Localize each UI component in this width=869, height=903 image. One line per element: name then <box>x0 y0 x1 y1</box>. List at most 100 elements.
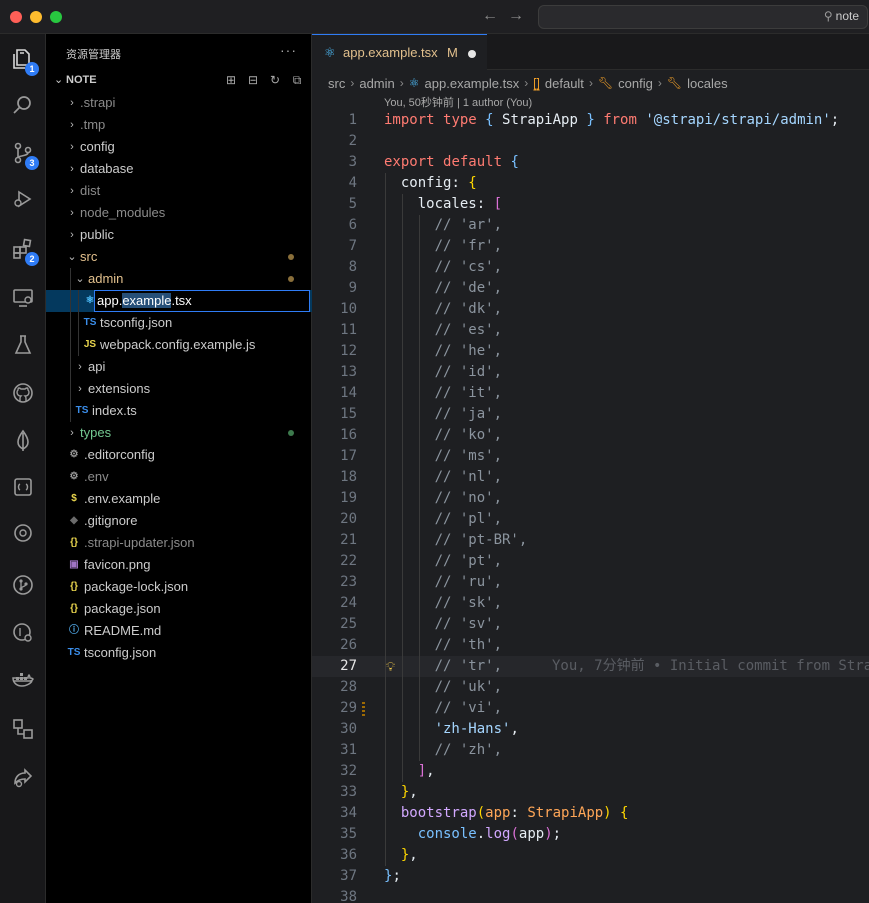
line-number[interactable]: 23 <box>312 572 357 593</box>
code-line[interactable]: 23 // 'ru', <box>312 572 869 593</box>
code-line[interactable]: 37}; <box>312 866 869 887</box>
code-line[interactable]: 6 // 'ar', <box>312 215 869 236</box>
code-line[interactable]: 9 // 'de', <box>312 278 869 299</box>
activity-github[interactable] <box>8 379 38 409</box>
code-line[interactable]: 18 // 'nl', <box>312 467 869 488</box>
code-line[interactable]: 16 // 'ko', <box>312 425 869 446</box>
activity-remote-explorer[interactable] <box>8 283 38 313</box>
unsaved-dot-icon[interactable] <box>468 50 476 58</box>
activity-extensions[interactable]: 2 <box>8 235 39 266</box>
tree-folder[interactable]: › node_modules <box>46 202 312 224</box>
code-line[interactable]: 1 import type { StrapiApp } from '@strapi… <box>312 110 869 131</box>
line-number[interactable]: 35 <box>312 824 357 845</box>
tree-file[interactable]: ▣ favicon.png <box>46 554 312 576</box>
command-center-search[interactable]: ⚲ note <box>538 5 868 29</box>
line-number[interactable]: 11 <box>312 320 357 341</box>
line-number[interactable]: 37 <box>312 866 357 887</box>
codelens-blame[interactable]: You, 50秒钟前 | 1 author (You) <box>384 94 532 110</box>
breadcrumb-item-default[interactable]: default <box>545 76 584 91</box>
activity-git-graph[interactable] <box>8 571 38 601</box>
code-line[interactable]: 31 // 'zh', <box>312 740 869 761</box>
line-number[interactable]: 32 <box>312 761 357 782</box>
code-line[interactable]: 2 <box>312 131 869 152</box>
line-number[interactable]: 18 <box>312 467 357 488</box>
line-number[interactable]: 5 <box>312 194 357 215</box>
activity-mongodb[interactable] <box>8 427 38 457</box>
code-line[interactable]: 27 // 'tr', 💡︎ You, 7分钟前 • Initial commit … <box>312 656 869 677</box>
tree-file[interactable]: TS tsconfig.json <box>46 642 312 664</box>
tree-file[interactable]: {} package.json <box>46 598 312 620</box>
tree-folder[interactable]: › .strapi <box>46 92 312 114</box>
line-number[interactable]: 36 <box>312 845 357 866</box>
tree-folder[interactable]: › dist <box>46 180 312 202</box>
breadcrumb-item-config[interactable]: config <box>618 76 653 91</box>
line-number[interactable]: 6 <box>312 215 357 236</box>
tree-file[interactable]: JS webpack.config.example.js <box>46 334 312 356</box>
activity-gitlens-inspect[interactable] <box>8 619 38 649</box>
line-number[interactable]: 25 <box>312 614 357 635</box>
line-number[interactable]: 26 <box>312 635 357 656</box>
line-number[interactable]: 31 <box>312 740 357 761</box>
code-line[interactable]: 21 // 'pt-BR', <box>312 530 869 551</box>
code-line[interactable]: 11 // 'es', <box>312 320 869 341</box>
tree-folder[interactable]: › config <box>46 136 312 158</box>
breadcrumb-item-file[interactable]: app.example.tsx <box>425 76 520 91</box>
close-window-button[interactable] <box>10 11 22 23</box>
line-number[interactable]: 14 <box>312 383 357 404</box>
activity-gitlens[interactable] <box>8 519 38 549</box>
line-number[interactable]: 38 <box>312 887 357 903</box>
line-number[interactable]: 16 <box>312 425 357 446</box>
tree-file[interactable]: ◆ .gitignore <box>46 510 312 532</box>
tab-app-example-tsx[interactable]: ⚛ app.example.tsx M <box>312 34 487 70</box>
line-number[interactable]: 3 <box>312 152 357 173</box>
line-number[interactable]: 19 <box>312 488 357 509</box>
lightbulb-icon[interactable]: 💡︎ <box>386 657 395 678</box>
line-number[interactable]: 29 <box>312 698 357 719</box>
line-number[interactable]: 7 <box>312 236 357 257</box>
tree-file[interactable]: TS index.ts <box>46 400 312 422</box>
line-number[interactable]: 12 <box>312 341 357 362</box>
code-line[interactable]: 38 <box>312 887 869 903</box>
tree-folder[interactable]: ⌄ admin <box>46 268 312 290</box>
code-line[interactable]: 20 // 'pl', <box>312 509 869 530</box>
tree-folder[interactable]: › database <box>46 158 312 180</box>
line-number[interactable]: 21 <box>312 530 357 551</box>
new-folder-icon[interactable]: ⊟ <box>246 73 260 87</box>
tree-folder[interactable]: › types <box>46 422 312 444</box>
line-number[interactable]: 17 <box>312 446 357 467</box>
line-number[interactable]: 24 <box>312 593 357 614</box>
tree-file[interactable]: {} .strapi-updater.json <box>46 532 312 554</box>
line-number[interactable]: 34 <box>312 803 357 824</box>
zoom-window-button[interactable] <box>50 11 62 23</box>
forward-arrow-icon[interactable]: → <box>508 7 524 25</box>
activity-explorer[interactable]: 1 <box>8 45 39 76</box>
more-actions-icon[interactable]: ··· <box>280 42 297 58</box>
code-line[interactable]: 4 config: { <box>312 173 869 194</box>
line-number[interactable]: 13 <box>312 362 357 383</box>
line-number[interactable]: 15 <box>312 404 357 425</box>
breadcrumb-item-src[interactable]: src <box>328 76 345 91</box>
tree-folder[interactable]: › api <box>46 356 312 378</box>
refresh-icon[interactable]: ↻ <box>268 73 282 87</box>
code-line[interactable]: 28 // 'uk', <box>312 677 869 698</box>
tree-folder[interactable]: › .tmp <box>46 114 312 136</box>
tree-file[interactable]: ⚙ .env <box>46 466 312 488</box>
tree-folder[interactable]: › public <box>46 224 312 246</box>
code-line[interactable]: 12 // 'he', <box>312 341 869 362</box>
code-line[interactable]: 15 // 'ja', <box>312 404 869 425</box>
activity-source-control[interactable]: 3 <box>8 139 39 170</box>
code-line[interactable]: 30 'zh-Hans', <box>312 719 869 740</box>
code-line[interactable]: 3 export default { <box>312 152 869 173</box>
code-line[interactable]: 8 // 'cs', <box>312 257 869 278</box>
line-number[interactable]: 33 <box>312 782 357 803</box>
code-line[interactable]: 10 // 'dk', <box>312 299 869 320</box>
tree-file[interactable]: $ .env.example <box>46 488 312 510</box>
tree-file[interactable]: ⚛ app.example.tsx <box>46 290 312 312</box>
line-number[interactable]: 28 <box>312 677 357 698</box>
tree-file[interactable]: ⓘ README.md <box>46 620 312 642</box>
activity-testing[interactable] <box>8 331 38 361</box>
code-line[interactable]: 34 bootstrap(app: StrapiApp) { <box>312 803 869 824</box>
code-line[interactable]: 13 // 'id', <box>312 362 869 383</box>
line-number[interactable]: 9 <box>312 278 357 299</box>
breadcrumb-item-admin[interactable]: admin <box>359 76 394 91</box>
